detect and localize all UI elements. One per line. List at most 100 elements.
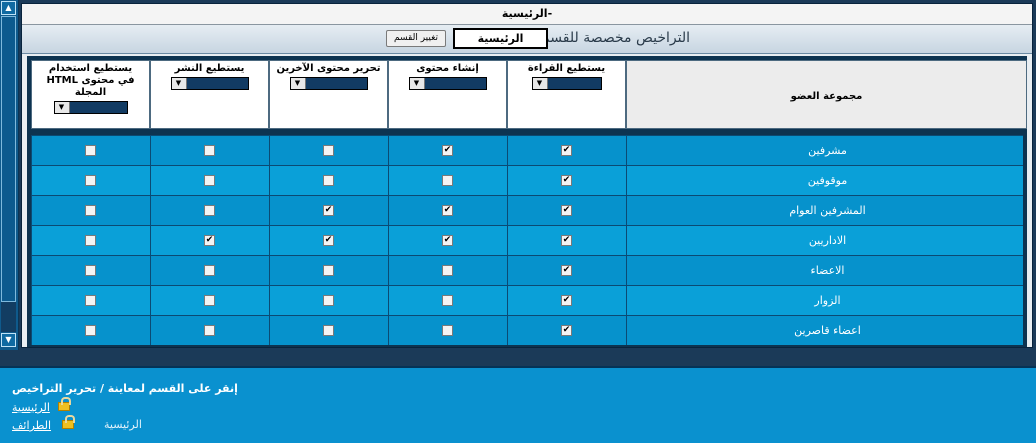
permission-checkbox[interactable] [323, 175, 334, 186]
permission-checkbox[interactable] [85, 295, 96, 306]
permission-checkbox[interactable]: ✔ [561, 205, 572, 216]
scrollbar-track[interactable] [1, 302, 16, 332]
cell-divider [150, 196, 151, 225]
permission-checkbox[interactable] [442, 295, 453, 306]
permission-checkbox[interactable]: ✔ [323, 235, 334, 246]
column-label: يستطيع القراءة [527, 63, 606, 74]
dropdown-arrow-icon[interactable]: ▼ [171, 78, 187, 89]
column-header-edit-others: تحرير محتوى الآخرين ▼ [269, 60, 388, 129]
permission-checkbox[interactable]: ✔ [561, 145, 572, 156]
permission-checkbox[interactable] [85, 205, 96, 216]
cell-divider [269, 166, 270, 195]
cell-divider [388, 136, 389, 165]
permission-checkbox[interactable]: ✔ [442, 205, 453, 216]
table-row: موقوفين ✔ [31, 165, 1023, 195]
member-group-name: الزوار [626, 286, 1028, 315]
cell-divider [31, 256, 32, 285]
permission-checkbox[interactable]: ✔ [204, 235, 215, 246]
permission-checkbox[interactable] [323, 325, 334, 336]
can-publish-select[interactable]: ▼ [170, 77, 249, 90]
cell-divider [269, 256, 270, 285]
permission-checkbox[interactable]: ✔ [561, 235, 572, 246]
permission-checkbox[interactable]: ✔ [561, 265, 572, 276]
permission-checkbox[interactable] [85, 265, 96, 276]
current-section-label: الرئيسية [104, 418, 142, 431]
lock-icon [62, 415, 75, 429]
column-label: يستطيع استخدام HTML في محتوى المجلة [46, 63, 135, 98]
column-label: إنشاء محتوى [416, 63, 479, 74]
section-name-box: الرئيسية [453, 28, 548, 49]
cell-divider [31, 286, 32, 315]
cell-divider [388, 286, 389, 315]
cell-divider [507, 226, 508, 255]
permission-checkbox[interactable]: ✔ [442, 145, 453, 156]
permission-checkbox[interactable] [442, 175, 453, 186]
cell-divider [150, 316, 151, 345]
cell-divider [507, 136, 508, 165]
cell-divider [31, 136, 32, 165]
permissions-label: التراخيص مخصصة للقسم [540, 30, 690, 46]
table-row: الزوار ✔ [31, 285, 1023, 315]
can-read-select[interactable]: ▼ [531, 77, 602, 90]
dropdown-arrow-icon[interactable]: ▼ [532, 78, 548, 89]
scroll-down-icon[interactable]: ▼ [1, 333, 16, 347]
permission-checkbox[interactable] [204, 175, 215, 186]
cell-divider [507, 256, 508, 285]
cell-divider [150, 256, 151, 285]
dropdown-arrow-icon[interactable]: ▼ [290, 78, 306, 89]
cell-divider [507, 316, 508, 345]
change-section-button[interactable]: تغيير القسم [386, 30, 446, 47]
use-html-select[interactable]: ▼ [53, 101, 128, 114]
vertical-scrollbar[interactable]: ▲ ▼ [0, 0, 19, 350]
permission-checkbox[interactable] [204, 145, 215, 156]
permission-checkbox[interactable] [204, 295, 215, 306]
permission-checkbox[interactable] [85, 235, 96, 246]
permissions-panel: الرئيسية- التراخيص مخصصة للقسم الرئيسية … [21, 3, 1033, 348]
permission-checkbox[interactable] [442, 325, 453, 336]
column-header-member-group: مجموعة العضو [626, 60, 1027, 129]
column-header-use-html: يستطيع استخدام HTML في محتوى المجلة ▼ [31, 60, 150, 129]
section-link-jokes[interactable]: الطرائف [12, 419, 51, 432]
page-title: الرئيسية- [22, 4, 1032, 25]
dropdown-arrow-icon[interactable]: ▼ [54, 102, 70, 113]
permission-checkbox[interactable] [204, 205, 215, 216]
permission-checkbox[interactable]: ✔ [323, 205, 334, 216]
permission-checkbox[interactable]: ✔ [561, 295, 572, 306]
permission-checkbox[interactable] [323, 145, 334, 156]
scroll-up-icon[interactable]: ▲ [1, 1, 16, 15]
permission-checkbox[interactable] [85, 175, 96, 186]
cell-divider [150, 226, 151, 255]
cell-divider [150, 136, 151, 165]
member-group-name: الاعضاء [626, 256, 1028, 285]
cell-divider [269, 136, 270, 165]
permission-checkbox[interactable] [204, 325, 215, 336]
column-label: مجموعة العضو [790, 91, 863, 102]
permission-checkbox[interactable] [204, 265, 215, 276]
scrollbar-thumb[interactable] [1, 16, 16, 302]
cell-divider [31, 316, 32, 345]
cell-divider [507, 196, 508, 225]
permission-checkbox[interactable] [442, 265, 453, 276]
permission-checkbox[interactable]: ✔ [561, 175, 572, 186]
permission-checkbox[interactable]: ✔ [442, 235, 453, 246]
cell-divider [31, 166, 32, 195]
column-label: تحرير محتوى الآخرين [276, 63, 381, 74]
cell-divider [388, 166, 389, 195]
permission-checkbox[interactable] [323, 265, 334, 276]
cell-divider [31, 226, 32, 255]
permission-checkbox[interactable] [323, 295, 334, 306]
dropdown-arrow-icon[interactable]: ▼ [409, 78, 425, 89]
edit-others-select[interactable]: ▼ [289, 77, 368, 90]
member-group-name: مشرفين [626, 136, 1028, 165]
permission-checkbox[interactable] [85, 145, 96, 156]
permission-checkbox[interactable]: ✔ [561, 325, 572, 336]
column-label: يستطيع النشر [174, 63, 245, 74]
table-row: المشرفين العوام ✔ ✔ ✔ [31, 195, 1023, 225]
table-row: الاداريين ✔ ✔ ✔ ✔ [31, 225, 1023, 255]
section-link-main[interactable]: الرئيسية [12, 401, 50, 414]
table-header: مجموعة العضو يستطيع القراءة ▼ إنشاء محتو… [31, 60, 1027, 129]
table-body: مشرفين ✔ ✔ موقوفين ✔ المشرفين العوام ✔ ✔ ✔ الادار… [31, 135, 1023, 345]
create-content-select[interactable]: ▼ [408, 77, 487, 90]
permission-checkbox[interactable] [85, 325, 96, 336]
table-row: الاعضاء ✔ [31, 255, 1023, 285]
